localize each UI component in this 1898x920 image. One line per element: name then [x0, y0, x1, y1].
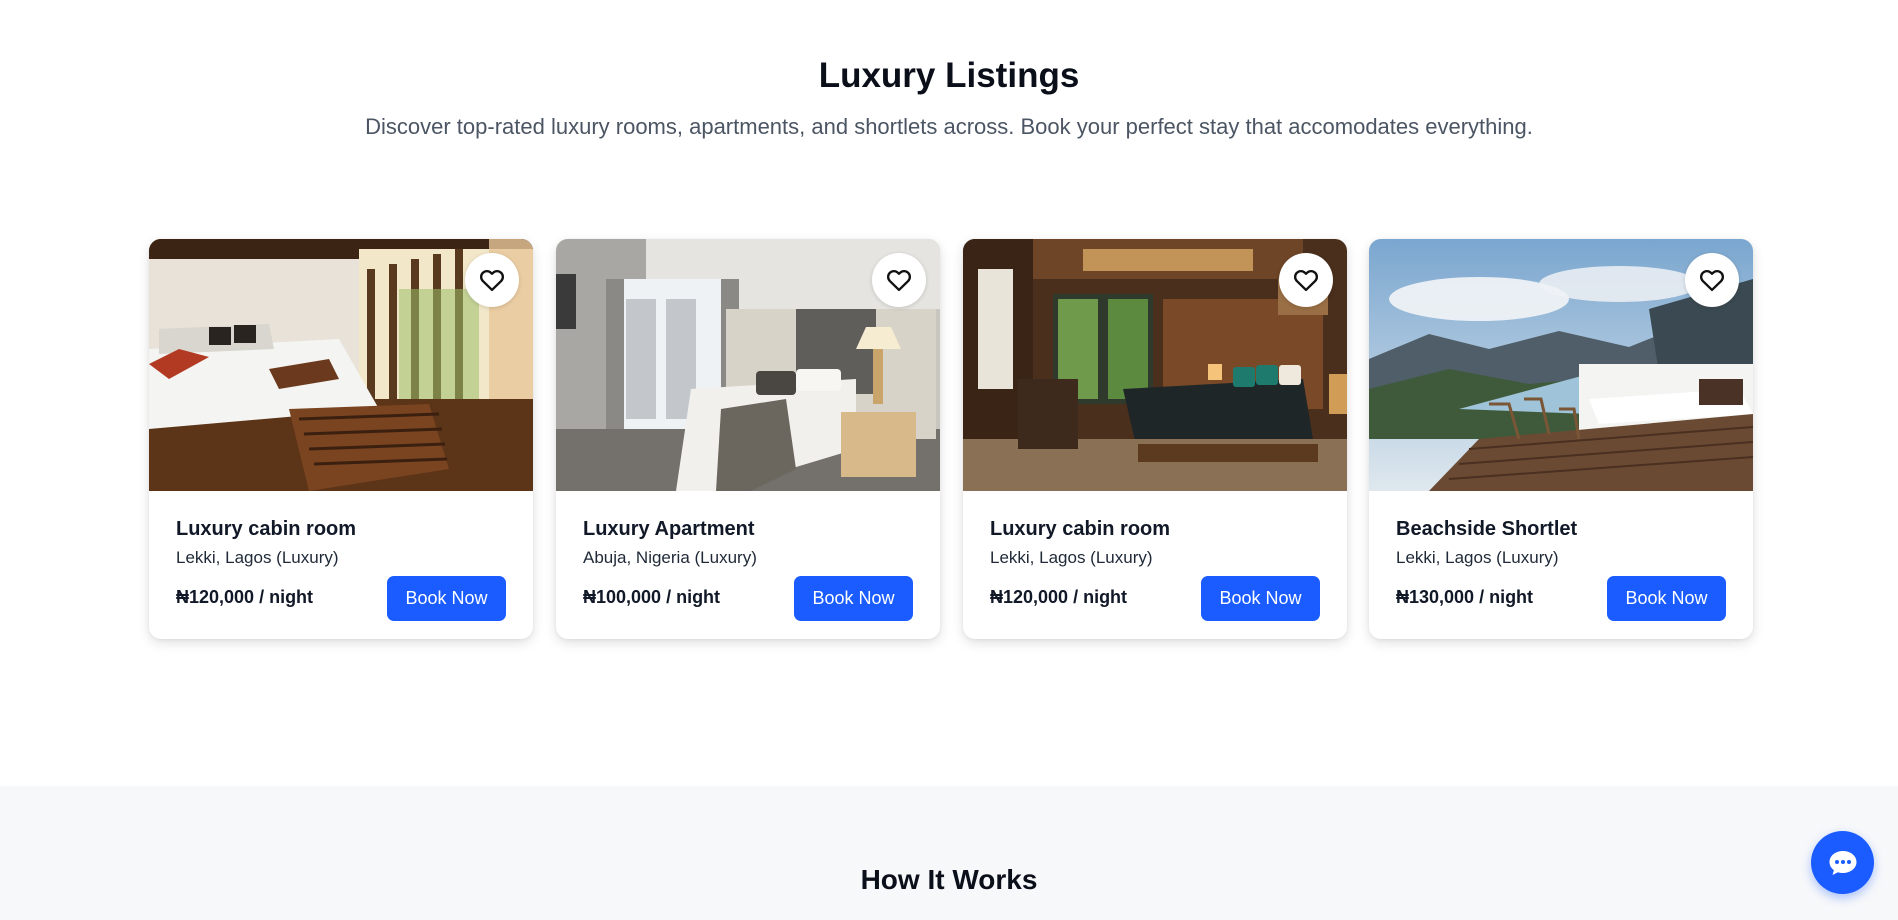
- card-body: Luxury Apartment Abuja, Nigeria (Luxury)…: [556, 491, 940, 639]
- listing-card[interactable]: Luxury cabin room Lekki, Lagos (Luxury) …: [963, 239, 1347, 639]
- mountain-view-bed-photo[interactable]: [1369, 239, 1753, 491]
- heart-outline-icon: [479, 269, 505, 292]
- how-it-works-title: How It Works: [860, 864, 1038, 895]
- book-now-button[interactable]: Book Now: [794, 576, 913, 621]
- listing-title: Luxury cabin room: [990, 518, 1171, 540]
- section-title: Luxury Listings: [818, 56, 1080, 95]
- listing-location: Abuja, Nigeria (Luxury): [583, 548, 757, 567]
- chat-bubble-icon: [1829, 850, 1856, 875]
- heart-outline-icon: [1293, 269, 1319, 292]
- card-body: Luxury cabin room Lekki, Lagos (Luxury) …: [963, 491, 1347, 639]
- listing-location: Lekki, Lagos (Luxury): [990, 548, 1153, 567]
- listing-price: ₦120,000 / night: [176, 587, 314, 607]
- listing-cards: Luxury cabin room Lekki, Lagos (Luxury) …: [149, 239, 1753, 639]
- favorite-button[interactable]: [465, 253, 519, 307]
- listing-title: Luxury Apartment: [583, 518, 755, 540]
- section-subtitle: Discover top-rated luxury rooms, apartme…: [365, 114, 1533, 139]
- favorite-button[interactable]: [872, 253, 926, 307]
- cabin-bedroom-photo[interactable]: [149, 239, 533, 491]
- favorite-button[interactable]: [1279, 253, 1333, 307]
- listing-card[interactable]: Beachside Shortlet Lekki, Lagos (Luxury)…: [1369, 239, 1753, 639]
- listing-price: ₦120,000 / night: [990, 587, 1128, 607]
- heart-outline-icon: [886, 269, 912, 292]
- heart-outline-icon: [1699, 269, 1725, 292]
- listing-card[interactable]: Luxury Apartment Abuja, Nigeria (Luxury)…: [556, 239, 940, 639]
- chat-button[interactable]: [1811, 831, 1874, 894]
- card-body: Luxury cabin room Lekki, Lagos (Luxury) …: [149, 491, 533, 639]
- favorite-button[interactable]: [1685, 253, 1739, 307]
- book-now-button[interactable]: Book Now: [1201, 576, 1320, 621]
- listing-card[interactable]: Luxury cabin room Lekki, Lagos (Luxury) …: [149, 239, 533, 639]
- listing-price: ₦100,000 / night: [583, 587, 721, 607]
- wooden-bedroom-photo[interactable]: [963, 239, 1347, 491]
- listing-location: Lekki, Lagos (Luxury): [176, 548, 339, 567]
- listing-location: Lekki, Lagos (Luxury): [1396, 548, 1559, 567]
- luxury-listings-section: Luxury Listings Discover top-rated luxur…: [0, 0, 1898, 786]
- listing-title: Luxury cabin room: [176, 518, 357, 540]
- how-it-works-section: How It Works: [0, 786, 1898, 920]
- apartment-bedroom-photo[interactable]: [556, 239, 940, 491]
- card-body: Beachside Shortlet Lekki, Lagos (Luxury)…: [1369, 491, 1753, 639]
- listing-title: Beachside Shortlet: [1396, 518, 1578, 540]
- page: Luxury Listings Discover top-rated luxur…: [0, 0, 1898, 920]
- listing-price: ₦130,000 / night: [1396, 587, 1534, 607]
- book-now-button[interactable]: Book Now: [1607, 576, 1726, 621]
- book-now-button[interactable]: Book Now: [387, 576, 506, 621]
